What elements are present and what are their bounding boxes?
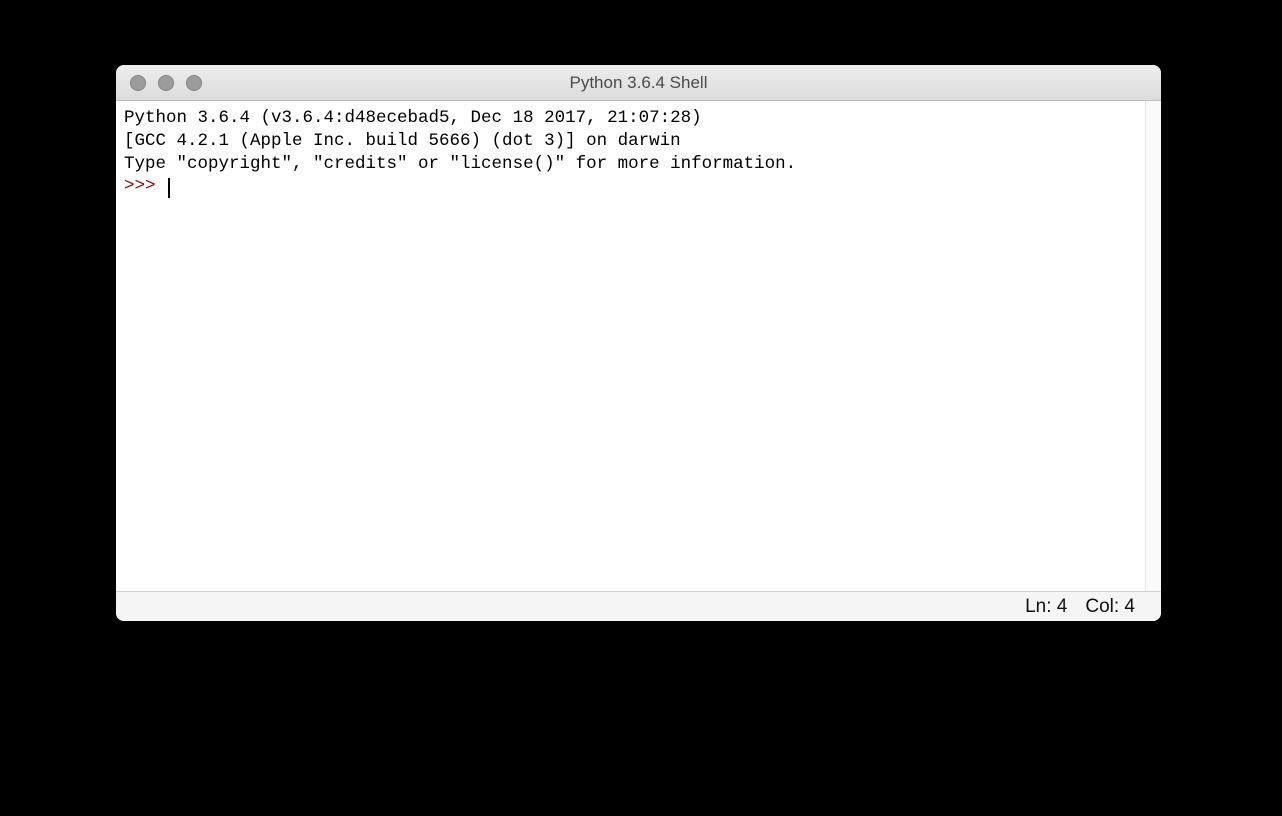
shell-prompt: >>> bbox=[124, 176, 166, 196]
status-col: Col: 4 bbox=[1085, 596, 1135, 618]
shell-banner-line2: [GCC 4.2.1 (Apple Inc. build 5666) (dot … bbox=[124, 131, 681, 151]
shell-banner-line3: Type "copyright", "credits" or "license(… bbox=[124, 154, 796, 174]
status-bar: Ln: 4 Col: 4 bbox=[116, 591, 1161, 621]
text-cursor-icon bbox=[168, 178, 170, 198]
content-area: Python 3.6.4 (v3.6.4:d48ecebad5, Dec 18 … bbox=[116, 101, 1161, 621]
shell-banner-line1: Python 3.6.4 (v3.6.4:d48ecebad5, Dec 18 … bbox=[124, 108, 712, 128]
titlebar[interactable]: Python 3.6.4 Shell bbox=[116, 65, 1161, 101]
minimize-icon[interactable] bbox=[158, 75, 174, 91]
vertical-scrollbar[interactable] bbox=[1145, 101, 1161, 591]
python-shell-window: Python 3.6.4 Shell Python 3.6.4 (v3.6.4:… bbox=[116, 65, 1161, 621]
window-title: Python 3.6.4 Shell bbox=[116, 73, 1161, 93]
close-icon[interactable] bbox=[130, 75, 146, 91]
zoom-icon[interactable] bbox=[186, 75, 202, 91]
shell-text[interactable]: Python 3.6.4 (v3.6.4:d48ecebad5, Dec 18 … bbox=[116, 101, 1145, 591]
traffic-lights bbox=[116, 75, 202, 91]
shell-area: Python 3.6.4 (v3.6.4:d48ecebad5, Dec 18 … bbox=[116, 101, 1161, 591]
status-line: Ln: 4 bbox=[1025, 596, 1067, 618]
